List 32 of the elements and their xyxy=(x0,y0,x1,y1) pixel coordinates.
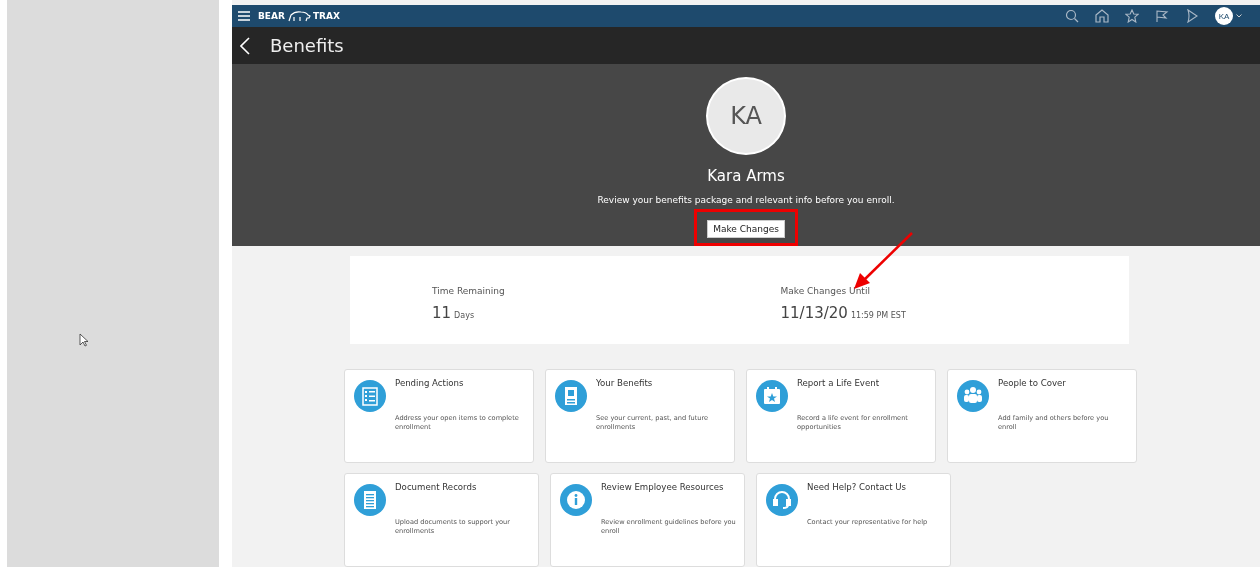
hero-message: Review your benefits package and relevant info before you enroll. xyxy=(597,195,895,205)
home-icon[interactable] xyxy=(1095,9,1109,24)
tile-title: Your Benefits xyxy=(596,378,654,388)
make-changes-button[interactable]: Make Changes xyxy=(707,220,785,238)
tile-title: People to Cover xyxy=(998,378,1067,388)
user-name: Kara Arms xyxy=(707,167,785,185)
cursor-icon xyxy=(79,333,89,347)
tile-title: Review Employee Resources xyxy=(601,482,725,492)
chevron-down-icon xyxy=(1236,14,1242,19)
stat-label: Time Remaining xyxy=(432,286,506,296)
stat-value: 11 Days xyxy=(432,304,476,322)
flag-icon[interactable] xyxy=(1155,9,1169,24)
headset-icon xyxy=(766,484,798,516)
tile-title: Need Help? Contact Us xyxy=(807,482,907,492)
checklist-icon xyxy=(354,380,386,412)
id-card-icon xyxy=(555,380,587,412)
avatar: KA xyxy=(706,77,786,155)
logo-text: TRAX xyxy=(312,11,340,22)
stat-label: Make Changes Until xyxy=(780,286,871,296)
people-icon xyxy=(957,380,989,412)
star-icon[interactable] xyxy=(1125,9,1139,24)
tile-title: Report a Life Event xyxy=(797,378,881,388)
document-icon xyxy=(354,484,386,516)
menu-icon[interactable] xyxy=(238,11,250,22)
stat-value: 11/13/20 11:59 PM EST xyxy=(780,304,907,322)
tile-title: Pending Actions xyxy=(395,378,465,388)
info-icon xyxy=(560,484,592,516)
page-title: Benefits xyxy=(270,35,344,57)
search-icon[interactable] xyxy=(1065,9,1079,24)
back-icon[interactable] xyxy=(240,36,250,55)
logo-text: BEAR xyxy=(258,11,285,22)
tile-title: Document Records xyxy=(395,482,478,492)
